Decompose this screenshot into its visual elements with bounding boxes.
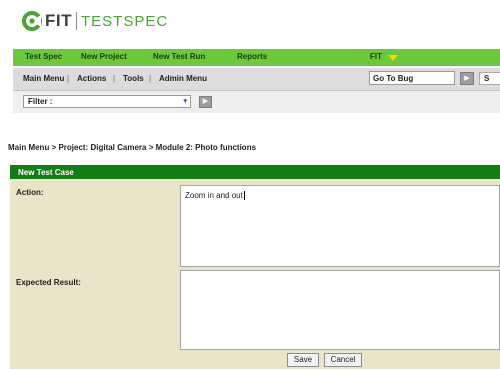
search-stub-field[interactable]: S — [479, 72, 500, 85]
breadcrumb: Main Menu > Project: Digital Camera > Mo… — [8, 143, 257, 152]
nav-fit-menu[interactable]: FIT — [370, 52, 382, 61]
nav-new-project[interactable]: New Project — [81, 52, 127, 61]
arrow-right-icon: ▶ — [202, 98, 209, 105]
fit-dropdown-icon[interactable] — [388, 55, 398, 61]
filter-go-button[interactable]: ▶ — [199, 96, 212, 108]
action-label: Action: — [16, 188, 44, 197]
logo-divider — [76, 12, 77, 30]
logo-fit-text: FIT — [45, 11, 72, 30]
action-field[interactable]: Zoom in and out — [180, 185, 500, 267]
expected-result-field[interactable] — [180, 270, 500, 350]
nav-test-spec[interactable]: Test Spec — [25, 52, 62, 61]
top-nav-bar: Test Spec New Project New Test Run Repor… — [13, 49, 500, 66]
menu-tools[interactable]: Tools — [123, 74, 144, 83]
action-field-text: Zoom in and out — [185, 191, 243, 200]
menu-separator: | — [149, 74, 152, 83]
go-to-bug-button[interactable]: ▶ — [460, 72, 474, 85]
menu-separator: | — [113, 74, 116, 83]
app-logo: FIT TESTSPEC — [22, 9, 168, 33]
new-test-case-panel: New Test Case Action: Zoom in and out Ex… — [10, 165, 500, 369]
filter-bar: Filter : ▾ ▶ — [13, 91, 500, 113]
menu-main-menu[interactable]: Main Menu — [23, 74, 64, 83]
save-button[interactable]: Save — [287, 353, 319, 367]
filter-select[interactable]: Filter : ▾ — [23, 95, 191, 108]
fit-logo-icon — [22, 11, 42, 31]
menu-separator: | — [67, 74, 70, 83]
filter-select-value: Filter : — [28, 97, 53, 106]
go-to-bug-input[interactable]: Go To Bug — [369, 71, 455, 85]
text-caret — [243, 191, 245, 201]
nav-new-test-run[interactable]: New Test Run — [153, 52, 205, 61]
cancel-button[interactable]: Cancel — [324, 353, 362, 367]
expected-result-label: Expected Result: — [16, 278, 81, 287]
menu-admin-menu[interactable]: Admin Menu — [159, 74, 207, 83]
menu-actions[interactable]: Actions — [77, 74, 106, 83]
chevron-down-icon: ▾ — [183, 98, 187, 105]
panel-title: New Test Case — [10, 165, 500, 179]
logo-testspec-text: TESTSPEC — [81, 12, 169, 30]
arrow-right-icon: ▶ — [464, 75, 470, 82]
sub-nav-bar: Main Menu | Actions | Tools | Admin Menu… — [13, 68, 500, 91]
nav-reports[interactable]: Reports — [237, 52, 267, 61]
